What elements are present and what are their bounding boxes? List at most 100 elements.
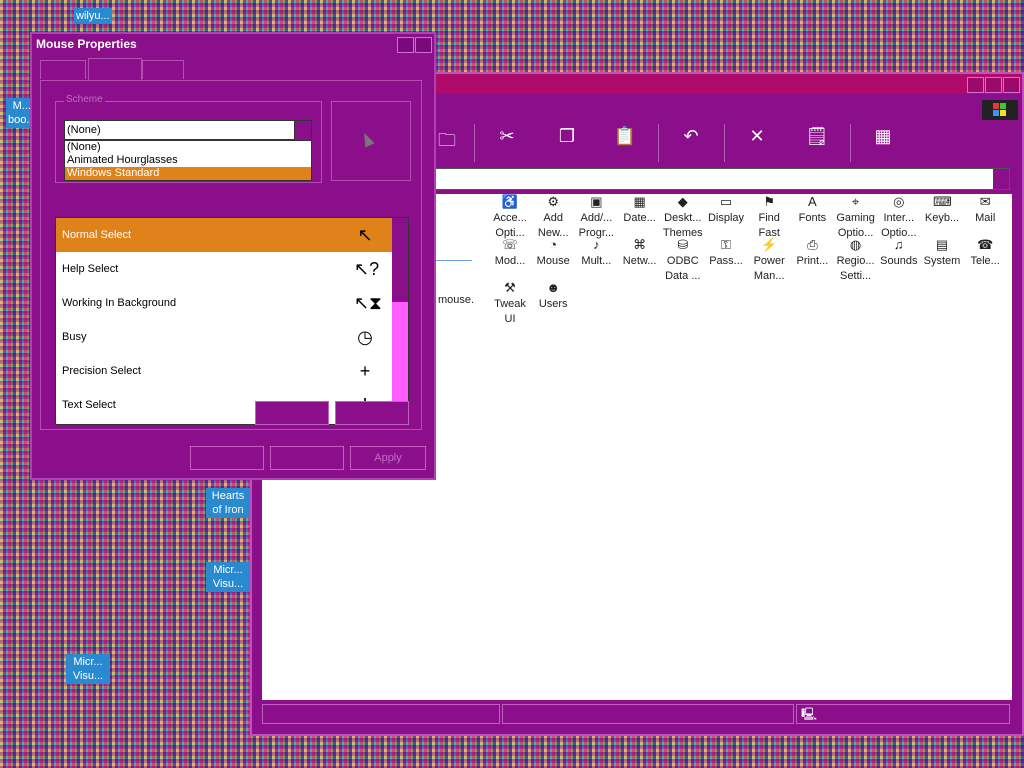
ok-button[interactable] [190,446,264,470]
control-panel-item[interactable]: ◆ Deskt... Themes [661,194,705,241]
mouse-icon: ◔ [549,237,558,252]
control-panel-item-label: System [923,255,961,267]
undo-button[interactable]: ↶ [666,122,716,166]
control-panel-item[interactable]: ◎ Inter... Optio... [877,194,921,241]
control-panel-item[interactable]: A Fonts [790,194,834,226]
control-panel-item[interactable]: ⛁ ODBC Data ... [661,237,705,284]
cut-button[interactable]: ✂ [482,122,532,166]
control-panel-item[interactable]: ♪ Mult... [574,237,618,269]
cancel-button[interactable] [270,446,344,470]
copy-button[interactable]: ❐ [542,122,592,166]
control-panel-item[interactable]: ⚑ Find Fast [747,194,791,241]
scheme-dropdown-button[interactable] [294,120,312,142]
control-panel-item-label: Fonts [798,212,827,224]
control-panel-item[interactable]: ♫ Sounds [877,237,921,269]
cursor-list: Normal Select ↖ Help Select ↖? Working I… [55,217,409,425]
control-panel-item-label: Mod... [494,255,526,267]
properties-button[interactable]: 🗒 [792,122,842,166]
maximize-button[interactable] [985,77,1002,93]
scheme-select[interactable]: (None) [64,120,298,140]
use-default-button[interactable] [255,401,329,425]
control-panel-item[interactable]: ⌘ Netw... [618,237,662,269]
scroll-thumb[interactable] [392,232,408,302]
control-panel-item[interactable]: ▣ Add/... Progr... [574,194,618,241]
printers-icon: ⎙ [807,237,818,252]
dialog-title[interactable]: Mouse Properties [32,34,434,54]
desktop-icon-hearts-of-iron[interactable]: Hearts of Iron [206,488,250,518]
control-panel-item[interactable]: ⌖ Gaming Optio... [834,194,878,241]
close-button[interactable] [1003,77,1020,93]
scheme-option-selected[interactable]: Windows Standard [65,167,311,180]
desktop-icon-microsoft-visual-2[interactable]: Micr... Visu... [66,654,110,684]
cursor-row-precision-select[interactable]: Precision Select + [56,354,392,388]
browse-button[interactable] [335,401,409,425]
desktop-icon-wilyu[interactable]: wilyu... [74,8,112,24]
scheme-group-label: Scheme [64,94,105,105]
control-panel-item[interactable]: ⚡ Power Man... [747,237,791,284]
views-button[interactable]: ▦ [858,122,908,166]
network-icon: ⌘ [633,237,647,252]
control-panel-item[interactable]: ⚙ Add New... [531,194,575,241]
cursor-row-help-select[interactable]: Help Select ↖? [56,252,392,286]
desktop-icon-label: Micr... Visu... [206,562,250,592]
control-panel-item-label: Gaming Optio... [836,212,875,239]
control-panel-item[interactable]: ☻ Users [531,280,575,312]
status-bar: 🖳 [262,702,1012,724]
control-panel-item[interactable]: ✉ Mail [963,194,1007,226]
desktop-icon-label: Hearts of Iron [206,488,250,518]
paste-button[interactable]: 📋 [600,122,650,166]
desktop-icon-partial[interactable]: M... boo... [6,98,38,128]
scheme-option[interactable]: Animated Hourglasses [65,154,311,167]
cursor-row-normal-select[interactable]: Normal Select ↖ [56,218,392,252]
control-panel-item[interactable]: ▤ System [920,237,964,269]
control-panel-item-label: Add/... Progr... [578,212,615,239]
multimedia-icon: ♪ [593,237,600,252]
pointers-tab-panel: Scheme (None) (None) Animated Hourglasse… [40,80,422,430]
windows-logo-icon [982,100,1018,120]
control-panel-item[interactable]: ⎙ Print... [790,237,834,269]
sounds-icon: ♫ [893,237,904,252]
help-title-button[interactable] [397,37,414,53]
control-panel-item[interactable]: ☏ Mod... [488,237,532,269]
tab-pointers[interactable] [88,58,142,81]
cursor-list-scrollbar[interactable] [392,218,408,424]
delete-button[interactable]: ✕ [732,122,782,166]
control-panel-item-label: Acce... Opti... [493,212,527,239]
control-panel-item-label: ODBC Data ... [665,255,701,282]
mouse-properties-dialog: Mouse Properties Scheme (None) (None) An… [30,32,436,480]
control-panel-item[interactable]: ⌨ Keyb... [920,194,964,226]
apply-button[interactable]: Apply [350,446,426,470]
add-hardware-icon: ⚙ [547,194,560,209]
control-panel-item[interactable]: ⚿ Pass... [704,237,748,269]
tab-buttons[interactable] [40,60,86,79]
desktop-icon-microsoft-visual-1[interactable]: Micr... Visu... [206,562,250,592]
tab-motion[interactable] [142,60,184,79]
arrow-cursor-icon [359,130,375,148]
close-title-button[interactable] [415,37,432,53]
users-icon: ☻ [546,280,561,295]
cursor-row-working-background[interactable]: Working In Background ↖⧗ [56,286,392,320]
odbc-icon: ⛁ [677,237,689,252]
control-panel-item[interactable]: ♿ Acce... Opti... [488,194,532,241]
scissors-icon: ✂ [499,126,515,146]
minimize-button[interactable] [967,77,984,93]
modems-icon: ☏ [501,237,519,252]
cursor-row-busy[interactable]: Busy ◷ [56,320,392,354]
control-panel-item[interactable]: ▭ Display [704,194,748,226]
control-panel-item[interactable]: ◍ Regio... Setti... [834,237,878,284]
control-panel-item[interactable]: ☎ Tele... [963,237,1007,269]
control-panel-item[interactable]: ▦ Date... [618,194,662,226]
system-icon: ▤ [935,237,949,252]
control-panel-item-label: Sounds [880,255,918,267]
control-panel-item-label: Pass... [709,255,743,267]
address-dropdown-button[interactable] [993,169,1009,189]
properties-icon: 🗒 [805,126,829,146]
scroll-up-button[interactable] [392,218,408,232]
busy-cursor-icon: ◷ [357,327,373,347]
paste-icon: 📋 [613,126,637,146]
control-panel-item[interactable]: ⚒ Tweak UI [488,280,532,327]
control-panel-item-label: Regio... Setti... [836,255,875,282]
control-panel-item[interactable]: ◔ Mouse [531,237,575,269]
control-panel-item-label: Display [707,212,745,224]
scheme-option[interactable]: (None) [65,141,311,154]
